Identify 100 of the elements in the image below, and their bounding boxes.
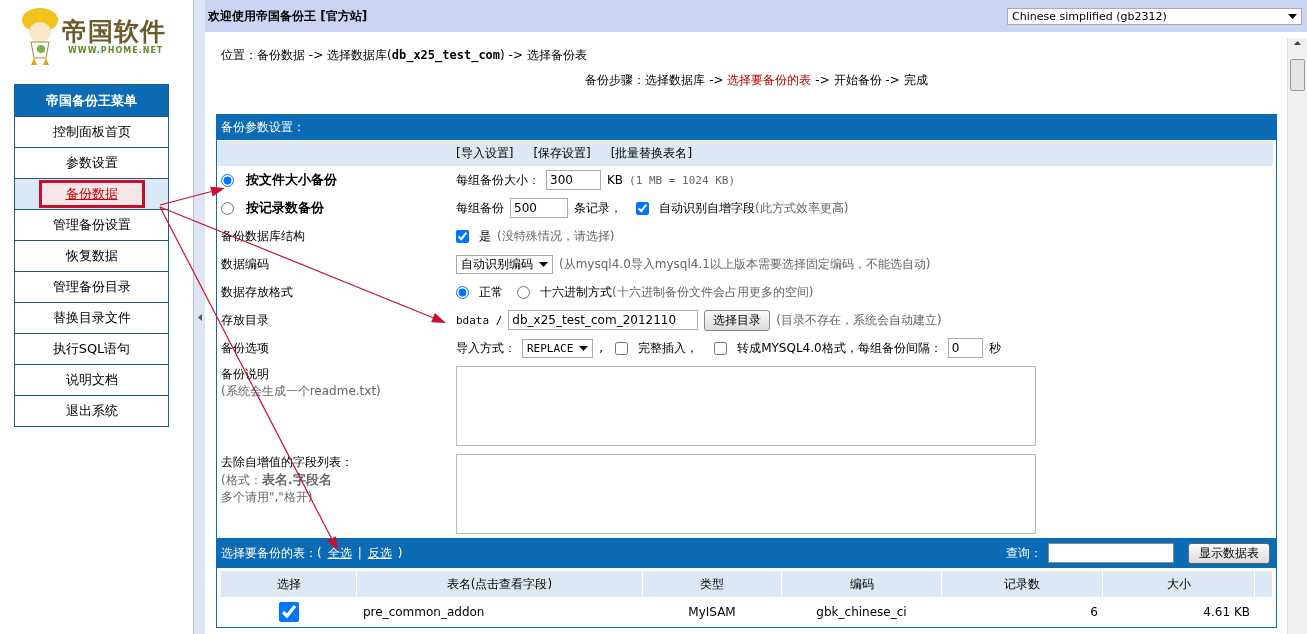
checkbox-label: 是 [479, 227, 491, 245]
collapse-icon[interactable] [197, 313, 202, 321]
caret-icon [579, 345, 589, 351]
checkbox[interactable] [615, 341, 629, 355]
scrollbar-thumb[interactable] [1290, 59, 1305, 91]
column-header: 类型 [643, 571, 781, 597]
table-cell-text: gbk_chinese_ci [815, 604, 908, 621]
hint-text: (十六进制备份文件会占用更多的空间) [612, 283, 814, 301]
unit-label: KB [607, 173, 624, 187]
step-arrow: -> [708, 73, 725, 87]
unit-label: 条记录， [574, 199, 622, 217]
step: 选择要备份的表 [727, 73, 812, 87]
field-label: 每组备份 [456, 199, 504, 217]
invert-selection-link[interactable]: 反选 [367, 544, 392, 562]
column-header: 表名(点击查看字段) [357, 571, 642, 597]
unit-label: 秒 [988, 339, 1001, 357]
steps-label: 备份步骤： [585, 73, 646, 87]
bracket-text: ) [397, 546, 403, 560]
checkbox-label: 完整插入， [638, 339, 699, 357]
menu-item[interactable]: 管理备份设置 [52, 213, 131, 237]
radio-button[interactable] [517, 285, 530, 299]
select-all-link[interactable]: 全选 [327, 544, 352, 562]
scrollbar[interactable] [1287, 38, 1307, 634]
step: 完成 [903, 73, 928, 87]
hint-text: (没特殊情况，请选择) [497, 227, 615, 245]
step-arrow: -> [814, 73, 831, 87]
search-field[interactable] [1048, 543, 1174, 563]
logo-url: WWW.PHOME.NET [68, 45, 165, 55]
logo-text: 帝国软件 [62, 17, 166, 46]
menu-item[interactable]: 参数设置 [65, 151, 118, 175]
description-field[interactable] [456, 366, 1036, 446]
language-dropdown[interactable]: Chinese simplified (gb2312) [1007, 7, 1302, 25]
count-field[interactable]: 500 [510, 198, 568, 218]
toolbar-link[interactable]: [导入设置] [456, 145, 514, 162]
choose-directory-button[interactable]: 选择目录 [704, 309, 771, 331]
hint-text: (从mysql4.0导入mysql4.1以上版本需要选择固定编码，不能选自动) [559, 255, 931, 273]
radio-label: 十六进制方式 [540, 283, 612, 301]
radio-button[interactable] [221, 173, 234, 187]
interval-field[interactable]: 0 [947, 338, 983, 358]
menu-item[interactable]: 恢复数据 [65, 244, 118, 268]
hint-text: 多个请用","格开) [221, 489, 314, 506]
menu-item[interactable]: 控制面板首页 [52, 120, 131, 144]
step: 开始备份 [833, 73, 882, 87]
search-label: 查询： [1006, 544, 1042, 562]
column-header: 大小 [1103, 571, 1254, 597]
menu-item[interactable]: 替换目录文件 [52, 306, 131, 330]
checkbox[interactable] [456, 229, 469, 243]
logo-icon [20, 6, 60, 66]
checkbox[interactable] [714, 341, 728, 355]
option-label: 按记录数备份 [246, 199, 324, 217]
menu-item[interactable]: 退出系统 [65, 399, 118, 423]
checkbox[interactable] [636, 201, 649, 215]
column-header: 编码 [782, 571, 941, 597]
column-header: 选择 [221, 571, 356, 597]
mode-dropdown[interactable]: REPLACE [522, 338, 594, 358]
caret-icon [539, 261, 548, 267]
menu-title: 帝国备份王菜单 [15, 85, 168, 117]
table-cell-text: MyISAM [687, 604, 737, 621]
encoding-dropdown[interactable]: 自动识别编码 [456, 254, 553, 274]
show-tables-button[interactable]: 显示数据表 [1188, 542, 1270, 564]
field-label: 导入方式： [456, 339, 516, 357]
section-title: 选择要备份的表：( [221, 544, 322, 562]
hint-text: (目录不存在，系统会自动建立) [776, 311, 942, 329]
separator-text: , [599, 341, 604, 355]
field-label: 去除自增值的字段列表： [221, 454, 354, 471]
breadcrumb: 位置：备份数据 -> 选择数据库(db_x25_test_com) -> 选择备份表 [220, 47, 588, 64]
menu-item[interactable]: 备份数据 [38, 180, 145, 208]
table-name-cell[interactable]: pre_common_addon [357, 598, 642, 626]
page-title: 欢迎使用帝国备份王 [官方站] [208, 7, 368, 25]
hint-text: (此方式效率更高) [755, 199, 849, 217]
hint-text: (1 MB = 1024 KB) [629, 173, 736, 187]
directory-field[interactable]: db_x25_test_com_2012110 [508, 310, 699, 330]
field-label: 存放目录 [221, 311, 269, 329]
table-cell-text: 4.61 KB [1202, 604, 1251, 621]
menu-item[interactable]: 执行SQL语句 [52, 337, 131, 361]
scroll-up-icon[interactable] [1294, 41, 1301, 45]
field-label: 备份选项 [221, 339, 269, 357]
checkbox-label: 转成MYSQL4.0格式，每组备份间隔： [737, 339, 942, 357]
step-arrow: -> [884, 73, 901, 87]
field-label: 数据编码 [221, 255, 269, 273]
checkbox-label: 自动识别自增字段 [659, 199, 755, 217]
table-cell-text: 6 [1089, 604, 1099, 621]
menu-item[interactable]: 说明文档 [65, 368, 118, 392]
toolbar-link[interactable]: [保存设置] [533, 145, 591, 162]
toolbar-link[interactable]: [批量替换表名] [610, 145, 693, 162]
caret-icon [1288, 13, 1297, 19]
radio-label: 正常 [479, 283, 503, 301]
column-header: 记录数 [942, 571, 1102, 597]
field-label: 数据存放格式 [221, 283, 293, 301]
panel-title: 备份参数设置： [217, 115, 1276, 140]
size-field[interactable]: 300 [546, 170, 601, 190]
radio-button[interactable] [456, 285, 469, 299]
option-label: 按文件大小备份 [246, 171, 337, 189]
step: 选择数据库 [645, 73, 706, 87]
field-list-field[interactable] [456, 454, 1036, 534]
menu-item[interactable]: 管理备份目录 [52, 275, 131, 299]
field-label: 每组备份大小： [456, 171, 540, 189]
path-prefix: bdata / [456, 313, 503, 327]
radio-button[interactable] [221, 201, 234, 215]
separator-text: | [357, 546, 362, 560]
